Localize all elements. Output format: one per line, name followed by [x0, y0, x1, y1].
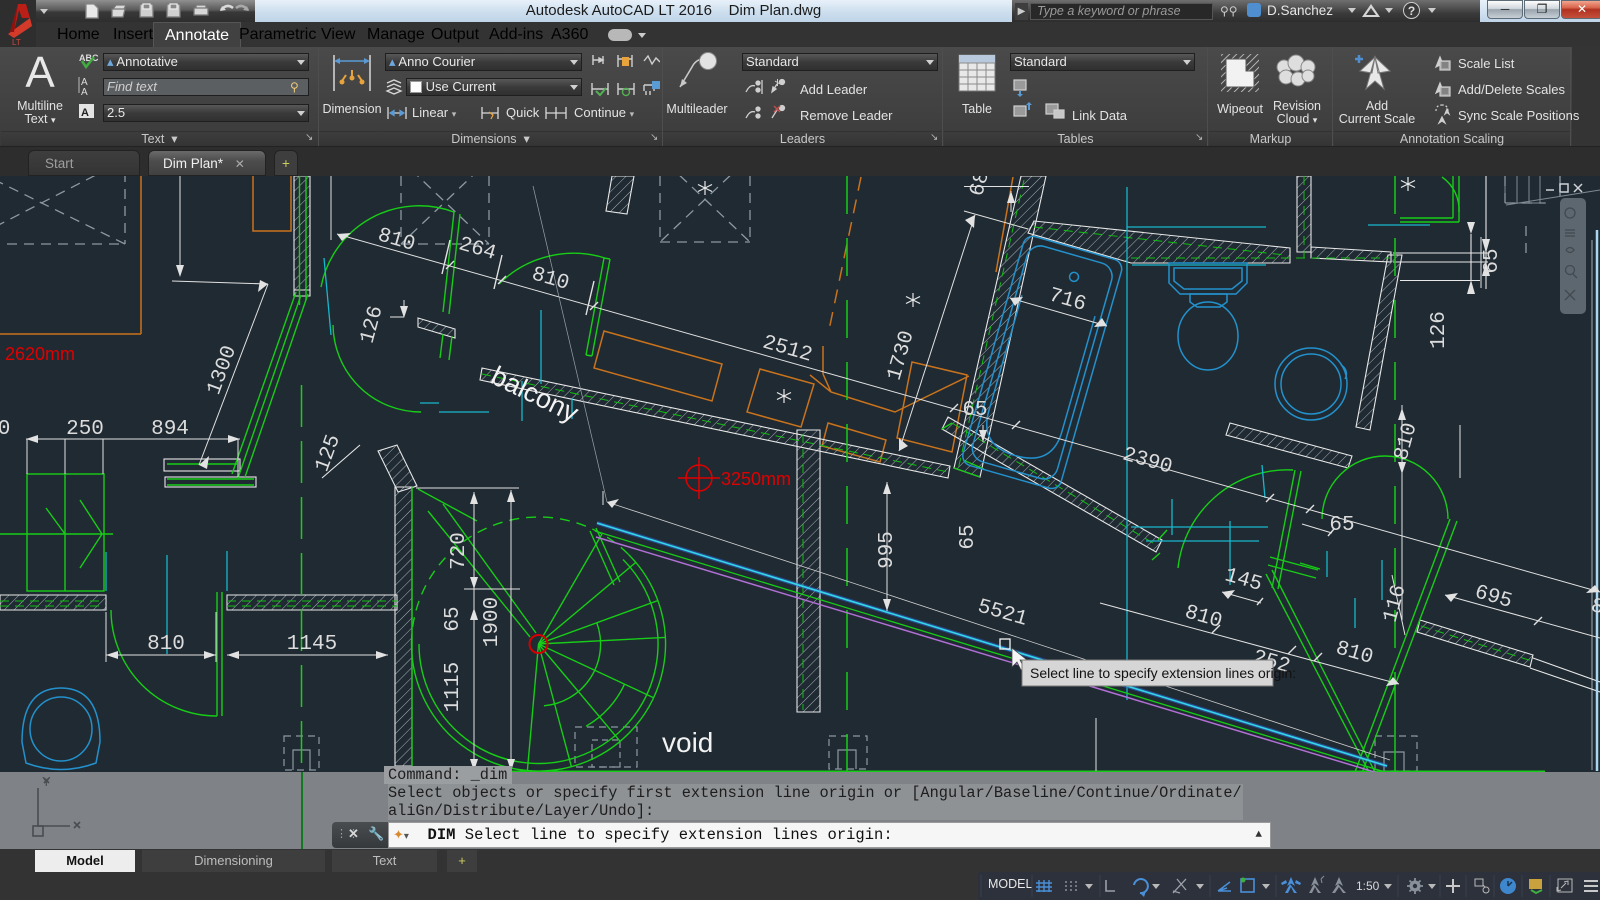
svg-text:A: A — [81, 87, 88, 98]
svg-text:126: 126 — [1428, 311, 1451, 349]
svg-text:65: 65 — [957, 524, 980, 549]
svg-text:65: 65 — [1481, 248, 1504, 273]
svg-text:65: 65 — [442, 606, 465, 631]
svg-text:894: 894 — [151, 418, 189, 441]
svg-text:720: 720 — [448, 532, 471, 570]
svg-text:1145: 1145 — [287, 633, 337, 656]
svg-text:Select line to specify extensi: Select line to specify extension lines o… — [1030, 665, 1296, 681]
svg-text:void: void — [662, 727, 713, 758]
svg-text:250: 250 — [66, 418, 104, 441]
svg-text:2620mm: 2620mm — [5, 344, 75, 364]
svg-text:65: 65 — [962, 399, 987, 422]
svg-text:810: 810 — [147, 633, 185, 656]
svg-text:1:50: 1:50 — [1356, 879, 1380, 893]
svg-text:1115: 1115 — [442, 662, 465, 712]
svg-text:1900: 1900 — [481, 597, 504, 647]
svg-text:65: 65 — [1329, 514, 1354, 537]
svg-text:3250mm: 3250mm — [721, 469, 791, 489]
svg-text:Y: Y — [42, 774, 51, 789]
svg-text:0: 0 — [0, 418, 10, 441]
svg-text:A: A — [81, 107, 89, 119]
svg-text:LT: LT — [12, 38, 21, 47]
svg-text:995: 995 — [876, 531, 899, 569]
